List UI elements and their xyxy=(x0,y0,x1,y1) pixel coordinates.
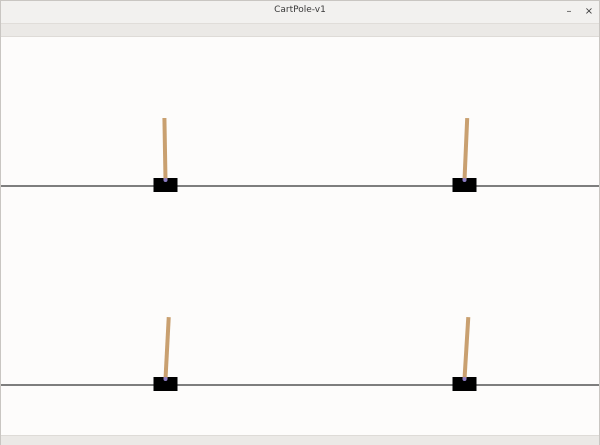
app-window: CartPole-v1 – × xyxy=(0,0,600,445)
pole xyxy=(462,316,471,380)
pole-group xyxy=(163,316,171,380)
pole xyxy=(462,117,470,181)
status-strip xyxy=(1,435,599,445)
axle xyxy=(163,377,168,381)
pole-group xyxy=(462,316,471,380)
axle xyxy=(163,178,168,182)
close-icon[interactable]: × xyxy=(581,4,597,20)
pole-group xyxy=(462,117,470,181)
cartpole-scene xyxy=(1,117,599,391)
pole-group xyxy=(162,117,168,181)
render-canvas xyxy=(1,37,599,435)
axle xyxy=(462,377,467,381)
axle xyxy=(462,178,467,182)
toolbar-strip xyxy=(1,24,599,37)
pole xyxy=(163,316,171,380)
window-title: CartPole-v1 xyxy=(274,5,326,15)
minimize-icon[interactable]: – xyxy=(561,4,577,20)
pole xyxy=(162,117,168,181)
title-bar[interactable]: CartPole-v1 – × xyxy=(1,1,599,24)
